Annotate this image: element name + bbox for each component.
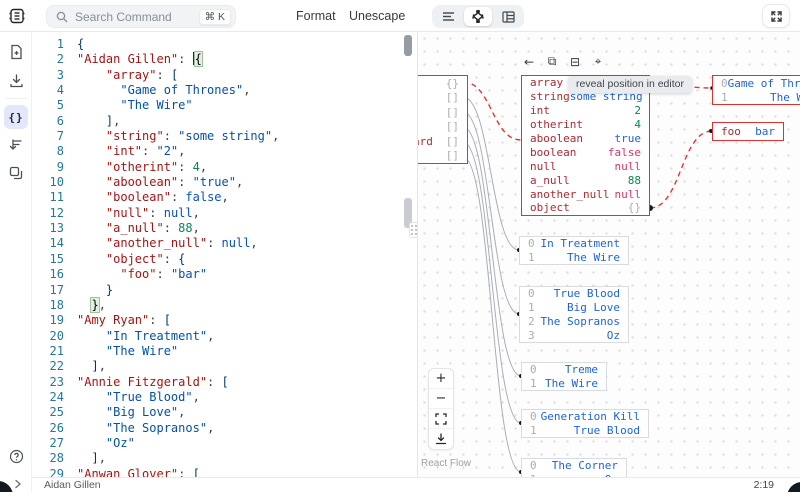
code-line: 3 "array": [ — [32, 68, 417, 83]
copy-icon[interactable]: ⧉ — [544, 54, 560, 69]
status-bar: Aidan Gillen 2:19 — [32, 477, 800, 492]
panel-resize-handle[interactable] — [409, 222, 418, 238]
transform-icon[interactable] — [4, 133, 28, 157]
search-icon — [56, 11, 68, 23]
code-line: 16 "foo": "bar" — [32, 267, 417, 282]
focus-node-icon[interactable]: ⌖ — [590, 54, 606, 69]
code-line: 23"Annie Fitzgerald": [ — [32, 375, 417, 390]
flow-controls: + − — [428, 368, 454, 450]
array-node-amy-ryan[interactable]: 0In Treatment1The Wire — [519, 236, 629, 265]
format-button[interactable]: Format — [296, 0, 336, 32]
unescape-button[interactable]: Unescape — [349, 0, 405, 32]
code-line: 25 "Big Love", — [32, 405, 417, 420]
search-placeholder: Search Command — [75, 10, 199, 24]
code-line: 14 "another_null": null, — [32, 236, 417, 251]
array-node-annie-fitzgerald[interactable]: 0True Blood1Big Love2The Sopranos3Oz — [519, 286, 629, 343]
search-command-input[interactable]: Search Command ⌘ K — [46, 5, 236, 28]
reveal-tooltip: reveal position in editor — [568, 76, 692, 93]
code-line: 5 "The Wire" — [32, 98, 417, 113]
code-line: 10 "aboolean": "true", — [32, 175, 417, 190]
node-toolbar: ← ⧉ ⊟ ⌖ — [521, 54, 606, 69]
clock-text: 2:19 — [754, 479, 774, 491]
code-line: 26 "The Sopranos", — [32, 421, 417, 436]
view-mode-switcher — [432, 5, 524, 28]
code-line: 4 "Game of Thrones", — [32, 83, 417, 98]
code-line: 15 "object": { — [32, 252, 417, 267]
fit-view-button[interactable] — [429, 409, 453, 429]
array-node-alice-farmer[interactable]: 0The Corner1Oz — [521, 458, 627, 477]
code-line: 8 "int": "2", — [32, 144, 417, 159]
sidebar-bottom — [0, 440, 32, 488]
zoom-in-button[interactable]: + — [429, 369, 453, 389]
code-line: 18 }, — [32, 298, 417, 313]
aidan-gillen-object-node[interactable]: array[]stringsome stringint2otherint4abo… — [521, 75, 650, 216]
code-line: 7 "string": "some string", — [32, 129, 417, 144]
back-icon[interactable]: ← — [521, 54, 537, 69]
code-line: 27 "Oz" — [32, 436, 417, 451]
fullscreen-button[interactable] — [762, 4, 790, 28]
app-logo-icon[interactable] — [8, 7, 26, 25]
code-line: 6 ], — [32, 114, 417, 129]
code-line: 2"Aidan Gillen": { — [32, 52, 417, 67]
app-window: Search Command ⌘ K Format Unescape — [0, 0, 800, 492]
editor-scrollbar-thumb[interactable] — [404, 35, 412, 56]
code-line: 12 "null": null, — [32, 206, 417, 221]
code-line: 13 "a_null": 88, — [32, 221, 417, 236]
json-code-editor[interactable]: 1{2"Aidan Gillen": {3 "array": [4 "Game … — [32, 32, 418, 477]
flow-graph-canvas[interactable]: ← ⧉ ⊟ ⌖ reveal position in editor + − Re… — [418, 32, 800, 477]
code-line: 9 "otherint": 4, — [32, 160, 417, 175]
search-shortcut-badge: ⌘ K — [199, 9, 231, 25]
zoom-out-button[interactable]: − — [429, 389, 453, 409]
editor-lines: 1{2"Aidan Gillen": {3 "array": [4 "Game … — [32, 32, 417, 477]
code-line: 19"Amy Ryan": [ — [32, 313, 417, 328]
array-node-anwan-glover[interactable]: 0Treme1The Wire — [521, 362, 607, 391]
text-view-tab[interactable] — [434, 7, 462, 26]
react-flow-attribution: React Flow — [421, 458, 471, 469]
selected-node-path: Aidan Gillen — [44, 479, 101, 491]
left-sidebar: {} — [0, 32, 32, 492]
array-node-aidan-array[interactable]: 0Game of Thrones1The Wire — [712, 75, 800, 105]
top-bar: Search Command ⌘ K Format Unescape — [0, 0, 800, 32]
code-line: 22 ], — [32, 359, 417, 374]
help-icon[interactable] — [4, 444, 28, 468]
code-line: 1{ — [32, 37, 417, 52]
array-node-alexander-skarsgard[interactable]: 0Generation Kill1True Blood — [521, 409, 649, 438]
root-object-node[interactable]: Aidan Gillen{}Amy Ryan[]Annie Fitzgerald… — [418, 75, 468, 164]
text-cursor — [193, 52, 195, 65]
code-line: 21 "The Wire" — [32, 344, 417, 359]
collapse-node-icon[interactable]: ⊟ — [567, 54, 583, 69]
duplicate-icon[interactable] — [4, 161, 28, 185]
foo-bar-node[interactable]: foobar — [712, 122, 784, 141]
new-file-icon[interactable] — [4, 40, 28, 64]
code-line: 29"Anwan Glover": [ — [32, 467, 417, 477]
download-icon[interactable] — [4, 68, 28, 92]
sidebar-divider — [6, 98, 26, 99]
save-image-button[interactable] — [429, 429, 453, 449]
table-view-tab[interactable] — [494, 7, 522, 26]
json-braces-icon[interactable]: {} — [4, 105, 28, 129]
code-line: 11 "boolean": false, — [32, 190, 417, 205]
code-line: 20 "In Treatment", — [32, 329, 417, 344]
code-line: 17 } — [32, 283, 417, 298]
flow-view-tab[interactable] — [464, 7, 492, 26]
code-line: 28 ], — [32, 451, 417, 466]
code-line: 24 "True Blood", — [32, 390, 417, 405]
